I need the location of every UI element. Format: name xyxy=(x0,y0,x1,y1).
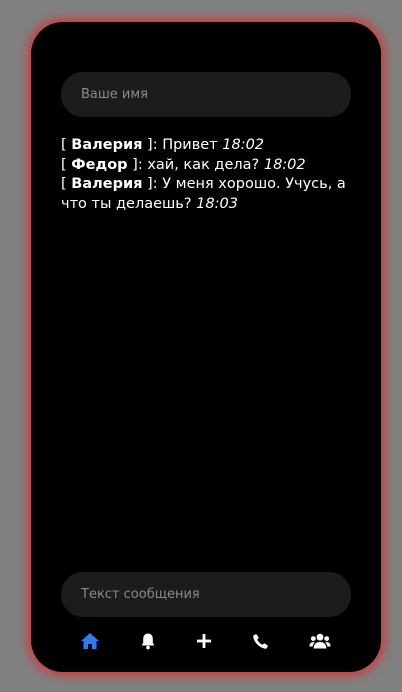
nav-contacts-button[interactable] xyxy=(307,628,333,654)
message-time: 18:02 xyxy=(263,156,306,173)
users-icon xyxy=(309,633,331,649)
message-text: Привет xyxy=(162,137,218,153)
nav-home-button[interactable] xyxy=(77,628,103,654)
message-author: Валерия xyxy=(71,176,143,192)
chat-message: [ Федор ]: хай, как дела? 18:02 xyxy=(61,156,306,173)
phone-icon xyxy=(252,633,268,649)
name-input[interactable] xyxy=(61,72,351,117)
phone-screen: [ Валерия ]: Привет 18:02 [ Федор ]: хай… xyxy=(31,22,381,672)
bell-icon xyxy=(141,633,155,650)
message-author: Валерия xyxy=(71,137,143,153)
message-text: хай, как дела? xyxy=(147,156,260,173)
nav-call-button[interactable] xyxy=(247,628,273,654)
bottom-nav xyxy=(31,628,381,654)
plus-icon xyxy=(197,634,211,648)
nav-add-button[interactable] xyxy=(191,628,217,654)
message-time: 18:03 xyxy=(196,195,238,212)
message-time: 18:02 xyxy=(222,137,265,153)
nav-notifications-button[interactable] xyxy=(135,628,161,654)
chat-message: [ Валерия ]: Привет 18:02 xyxy=(61,137,265,153)
home-icon xyxy=(81,633,99,649)
chat-log: [ Валерия ]: Привет 18:02 [ Федор ]: хай… xyxy=(61,136,353,214)
message-input[interactable] xyxy=(61,572,351,617)
chat-message: [ Валерия ]: У меня хорошо. Учусь, а что… xyxy=(61,176,346,212)
message-author: Федор xyxy=(71,156,128,173)
